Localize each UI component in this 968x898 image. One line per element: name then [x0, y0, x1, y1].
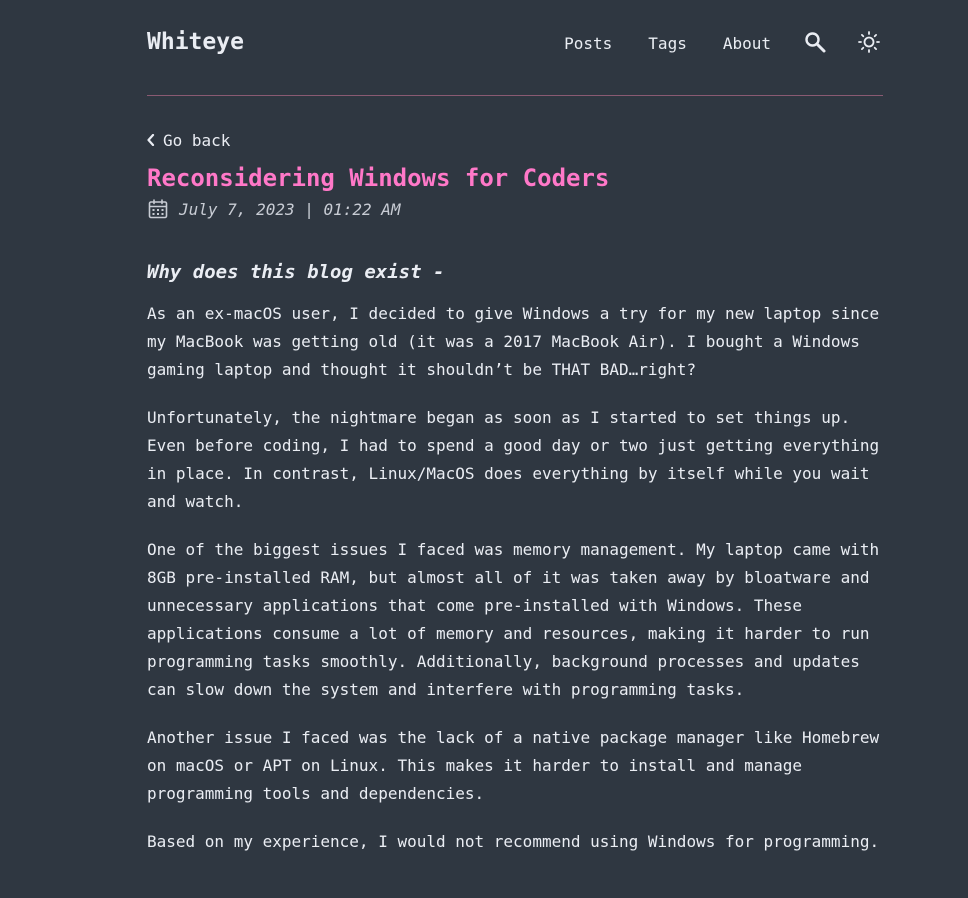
post-content: Go back Reconsidering Windows for Coders…: [147, 128, 887, 856]
paragraph: Based on my experience, I would not reco…: [147, 832, 880, 851]
site-header: Whiteye Posts Tags About: [147, 0, 883, 96]
post-date: July 7, 2023 | 01:22 AM: [179, 199, 401, 219]
search-icon: [805, 32, 826, 53]
section-heading: Why does this blog exist -: [147, 261, 445, 283]
main-nav: Posts Tags About: [564, 30, 883, 56]
sun-icon: [858, 31, 880, 53]
nav-tags[interactable]: Tags: [648, 34, 687, 53]
calendar-icon: [148, 199, 168, 219]
search-button[interactable]: [803, 30, 829, 56]
paragraph: As an ex-macOS user, I decided to give W…: [147, 304, 880, 379]
go-back-label: Go back: [163, 130, 231, 150]
paragraph: Unfortunately, the nightmare began as so…: [147, 408, 880, 511]
site-logo[interactable]: Whiteye: [147, 29, 244, 55]
paragraph: Another issue I faced was the lack of a …: [147, 728, 880, 803]
chevron-left-icon: [147, 134, 155, 146]
nav-about[interactable]: About: [723, 34, 771, 53]
nav-posts[interactable]: Posts: [564, 34, 612, 53]
post-title: Reconsidering Windows for Coders: [147, 164, 610, 192]
theme-toggle-button[interactable]: [857, 30, 883, 56]
paragraph: One of the biggest issues I faced was me…: [147, 540, 880, 699]
post-meta: July 7, 2023 | 01:22 AM: [147, 198, 887, 220]
header-divider: [147, 95, 883, 96]
page: Whiteye Posts Tags About Go back Reconsi…: [0, 0, 968, 898]
go-back-link[interactable]: Go back: [147, 128, 230, 152]
